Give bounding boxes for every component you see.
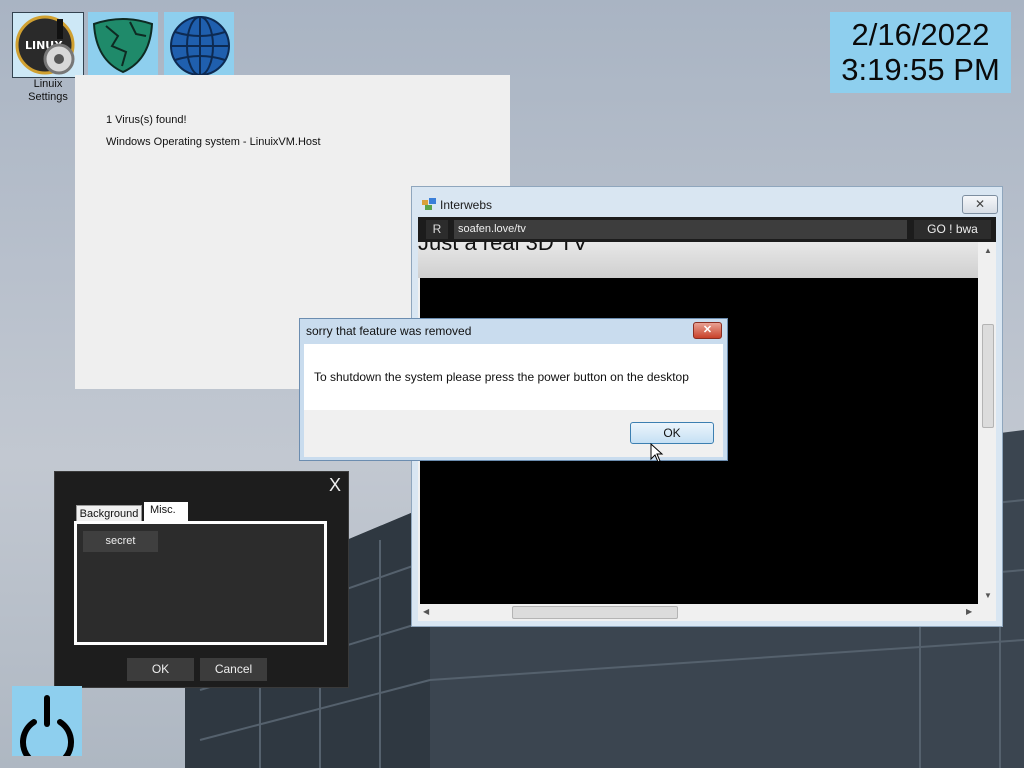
- power-desktop-icon[interactable]: [12, 686, 82, 768]
- feature-removed-dialog: sorry that feature was removed ✕ To shut…: [299, 318, 728, 461]
- vertical-scroll-thumb[interactable]: [982, 324, 994, 428]
- browser-toolbar: R soafen.love/tv GO ! bwa: [418, 217, 996, 242]
- refresh-button[interactable]: R: [426, 220, 448, 239]
- dialog-body: To shutdown the system please press the …: [304, 344, 723, 410]
- power-icon: [20, 695, 74, 768]
- linux-settings-icon: LINUX: [15, 15, 75, 75]
- clock-date: 2/16/2022: [851, 17, 990, 52]
- tab-misc[interactable]: Misc.: [144, 502, 188, 522]
- dialog-message: To shutdown the system please press the …: [314, 370, 689, 384]
- scroll-right-icon[interactable]: ▶: [966, 607, 972, 616]
- dialog-title: sorry that feature was removed: [306, 324, 472, 338]
- horizontal-scrollbar[interactable]: ◀ ▶: [418, 604, 980, 621]
- clock-time: 3:19:55 PM: [841, 52, 1000, 87]
- settings-ok-button[interactable]: OK: [127, 658, 194, 681]
- linux-settings-label: Linuix Settings: [28, 78, 68, 103]
- desktop-clock: 2/16/2022 3:19:55 PM: [830, 12, 1011, 93]
- linux-settings-desktop-icon[interactable]: LINUX Linuix Settings: [12, 12, 84, 103]
- secret-button[interactable]: secret: [83, 531, 158, 552]
- dialog-ok-button[interactable]: OK: [630, 422, 714, 444]
- scroll-up-icon[interactable]: ▲: [984, 246, 992, 255]
- settings-close-button[interactable]: X: [329, 475, 341, 496]
- scroll-down-icon[interactable]: ▼: [984, 591, 992, 600]
- horizontal-scroll-thumb[interactable]: [512, 606, 678, 619]
- settings-window: X Background Misc. secret OK Cancel: [54, 471, 349, 688]
- globe-desktop-icon[interactable]: [164, 12, 234, 76]
- virus-count-text: 1 Virus(s) found!: [106, 114, 187, 126]
- page-heading-area: Just a real 3D TV: [418, 242, 978, 278]
- globe-icon: [170, 16, 230, 76]
- dialog-close-button[interactable]: ✕: [693, 322, 722, 339]
- tab-background[interactable]: Background: [76, 505, 142, 522]
- map-shield-desktop-icon[interactable]: [88, 12, 158, 76]
- virus-target-text: Windows Operating system - LinuixVM.Host: [106, 136, 321, 148]
- settings-cancel-button[interactable]: Cancel: [200, 658, 267, 681]
- address-bar[interactable]: soafen.love/tv: [454, 220, 907, 239]
- window-close-button[interactable]: ✕: [962, 195, 998, 214]
- go-button[interactable]: GO ! bwa: [914, 220, 991, 239]
- app-window-icon: [422, 198, 436, 210]
- vertical-scrollbar[interactable]: ▲ ▼: [980, 242, 996, 604]
- map-shield-icon: [92, 18, 154, 74]
- scroll-left-icon[interactable]: ◀: [423, 607, 429, 616]
- page-heading: Just a real 3D TV: [418, 242, 588, 255]
- window-title: Interwebs: [440, 198, 493, 212]
- mouse-cursor-icon: [650, 443, 664, 463]
